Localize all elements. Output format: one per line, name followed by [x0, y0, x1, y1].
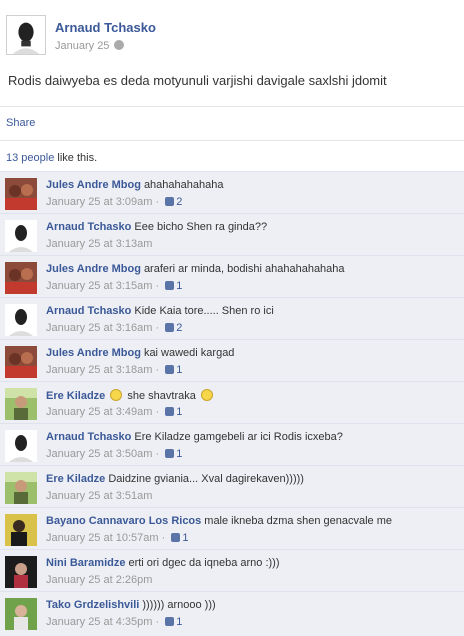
author-name[interactable]: Arnaud Tchasko — [55, 20, 156, 35]
like-count[interactable]: 1 — [176, 406, 182, 418]
comment-time[interactable]: January 25 at 10:57am — [46, 532, 159, 544]
comment-text: )))))) arnooo ))) — [142, 599, 216, 611]
comment: Tako Grdzelishvili)))))) arnooo ))) Janu… — [0, 591, 464, 633]
commenter-name[interactable]: Arnaud Tchasko — [46, 305, 131, 317]
post-text: Rodis daiwyeba es deda motyunuli varjish… — [8, 73, 387, 88]
commenter-name[interactable]: Arnaud Tchasko — [46, 431, 131, 443]
like-count[interactable]: 2 — [176, 196, 182, 208]
comment-text: Ere Kiladze gamgebeli ar ici Rodis icxeb… — [134, 431, 343, 443]
like-count[interactable]: 1 — [176, 280, 182, 292]
commenter-avatar[interactable] — [5, 514, 37, 546]
author-avatar[interactable] — [6, 15, 46, 55]
globe-icon — [114, 40, 125, 50]
commenter-avatar[interactable] — [5, 472, 37, 504]
like-thumb-icon[interactable] — [165, 281, 175, 290]
portrait-image — [7, 16, 45, 54]
comment-text: male ikneba dzma shen genacvale me — [204, 515, 393, 527]
like-count[interactable]: 1 — [176, 616, 182, 628]
comment: Nini Baramidze erti ori dgec da iqneba ar… — [0, 549, 464, 591]
post-date[interactable]: January 25 — [55, 40, 125, 52]
comment: Arnaud Tchasko Ere Kiladze gamgebeli ar i… — [0, 423, 464, 465]
comment-time[interactable]: January 25 at 2:26pm — [46, 574, 152, 586]
comment-text: she shavtraka — [127, 390, 196, 402]
dark-photo — [5, 556, 37, 588]
like-count[interactable]: 1 — [176, 364, 182, 376]
couple-photo — [5, 262, 37, 294]
green-photo — [5, 598, 37, 630]
comment-text: kai wawedi kargad — [143, 347, 235, 359]
comment: Arnaud Tchasko Eee bicho Shen ra ginda?? … — [0, 213, 464, 255]
comment-text: Daidzine gviania... Xval dagirekaven))))… — [108, 473, 304, 485]
like-count[interactable]: 1 — [182, 532, 188, 544]
portrait-image — [5, 220, 37, 252]
comment: Jules Andre Mbog araferi ar minda, bodish… — [0, 255, 464, 297]
divider — [0, 140, 464, 141]
commenter-avatar[interactable] — [5, 388, 37, 420]
likes-count-link[interactable]: 13 people — [6, 152, 54, 164]
comment-time[interactable]: January 25 at 3:50am — [46, 448, 152, 460]
comment-time[interactable]: January 25 at 3:13am — [46, 238, 152, 250]
divider — [0, 106, 464, 107]
commenter-name[interactable]: Ere Kiladze — [46, 473, 105, 485]
like-thumb-icon[interactable] — [165, 449, 175, 458]
commenter-name[interactable]: Arnaud Tchasko — [46, 221, 131, 233]
comment: Jules Andre Mbog ahahahahahaha January 25… — [0, 171, 464, 213]
comment: Jules Andre Mbog kai wawedi kargad Januar… — [0, 339, 464, 381]
commenter-name[interactable]: Bayano Cannavaro Los Ricos — [46, 515, 201, 527]
commenter-avatar[interactable] — [5, 178, 37, 210]
comment-text: Kide Kaia tore..... Shen ro ici — [134, 305, 274, 317]
commenter-name[interactable]: Jules Andre Mbog — [46, 263, 141, 275]
smile-icon — [110, 389, 123, 401]
smile-icon — [200, 389, 213, 401]
like-thumb-icon[interactable] — [165, 323, 175, 332]
outdoor-photo — [5, 472, 37, 504]
comment-text: araferi ar minda, bodishi ahahahahahaha — [143, 263, 345, 275]
like-thumb-icon[interactable] — [165, 365, 175, 374]
portrait-image — [5, 430, 37, 462]
comment-time[interactable]: January 25 at 3:09am — [46, 196, 152, 208]
comment-time[interactable]: January 25 at 3:51am — [46, 490, 152, 502]
comment-text: ahahahahahaha — [143, 179, 224, 191]
comment-text: erti ori dgec da iqneba arno :))) — [128, 557, 280, 569]
comment-time[interactable]: January 25 at 3:49am — [46, 406, 152, 418]
commenter-avatar[interactable] — [5, 556, 37, 588]
commenter-name[interactable]: Tako Grdzelishvili — [46, 599, 139, 611]
like-thumb-icon[interactable] — [171, 533, 181, 542]
commenter-name[interactable]: Nini Baramidze — [46, 557, 125, 569]
post-date-text[interactable]: January 25 — [55, 40, 109, 52]
couple-photo — [5, 346, 37, 378]
likes-summary: 13 people like this. — [6, 152, 97, 164]
share-link[interactable]: Share — [6, 117, 35, 129]
comment: Arnaud Tchasko Kide Kaia tore..... Shen r… — [0, 297, 464, 339]
commenter-avatar[interactable] — [5, 262, 37, 294]
post-header: Arnaud Tchasko January 25 — [0, 0, 464, 62]
commenter-avatar[interactable] — [5, 598, 37, 630]
comment: Ere Kiladze Daidzine gviania... Xval dagi… — [0, 465, 464, 507]
like-thumb-icon[interactable] — [165, 617, 175, 626]
like-thumb-icon[interactable] — [165, 197, 175, 206]
like-count[interactable]: 2 — [176, 322, 182, 334]
comment: Ere Kiladze she shavtraka January 25 at … — [0, 381, 464, 423]
portrait-image — [5, 304, 37, 336]
like-thumb-icon[interactable] — [165, 407, 175, 416]
comment-time[interactable]: January 25 at 4:35pm — [46, 616, 152, 628]
commenter-avatar[interactable] — [5, 220, 37, 252]
commenter-name[interactable]: Jules Andre Mbog — [46, 347, 141, 359]
commenter-avatar[interactable] — [5, 430, 37, 462]
like-count[interactable]: 1 — [176, 448, 182, 460]
likes-suffix: like this. — [54, 152, 98, 164]
commenter-avatar[interactable] — [5, 304, 37, 336]
commenter-avatar[interactable] — [5, 346, 37, 378]
comment-time[interactable]: January 25 at 3:18am — [46, 364, 152, 376]
yellow-photo — [5, 514, 37, 546]
outdoor-photo — [5, 388, 37, 420]
comment: Bayano Cannavaro Los Ricos male ikneba dz… — [0, 507, 464, 549]
comment-time[interactable]: January 25 at 3:15am — [46, 280, 152, 292]
commenter-name[interactable]: Ere Kiladze — [46, 390, 105, 402]
comment-time[interactable]: January 25 at 3:16am — [46, 322, 152, 334]
comments-panel: Jules Andre Mbog ahahahahahaha January 25… — [0, 171, 464, 636]
couple-photo — [5, 178, 37, 210]
comment-text: Eee bicho Shen ra ginda?? — [134, 221, 268, 233]
commenter-name[interactable]: Jules Andre Mbog — [46, 179, 141, 191]
